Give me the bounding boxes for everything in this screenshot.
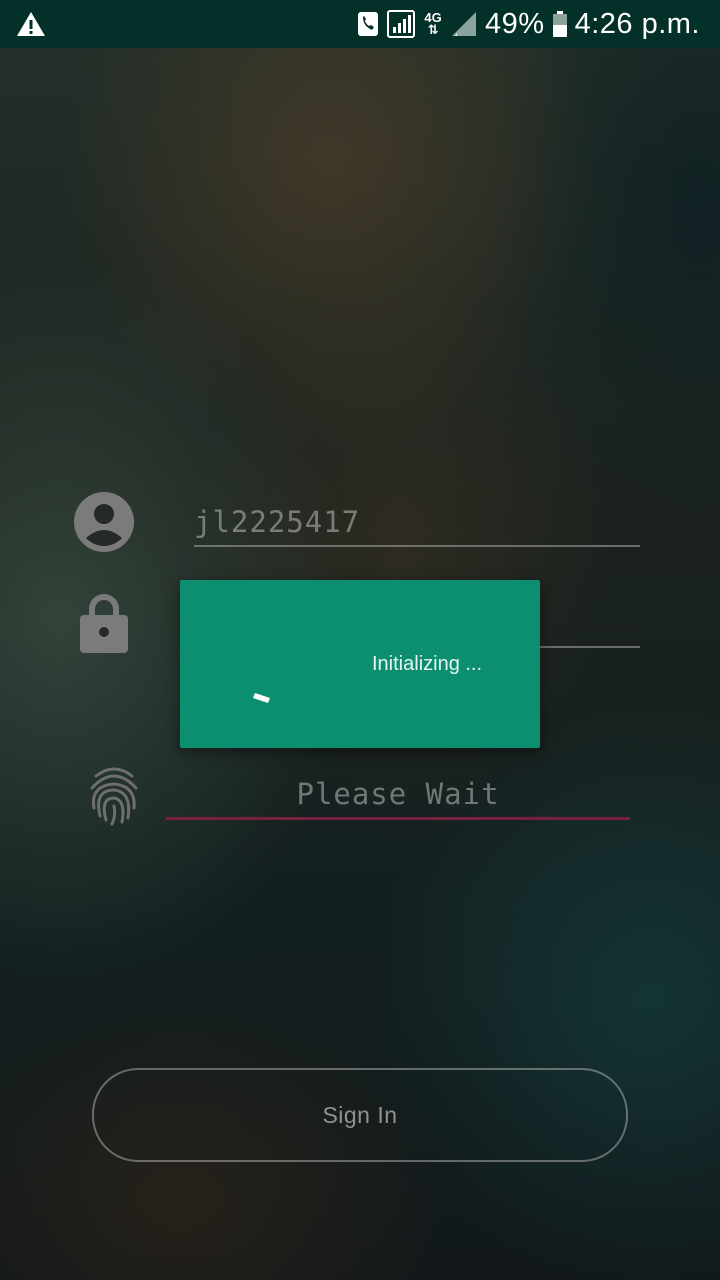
battery-percent: 49% — [485, 7, 545, 40]
username-field[interactable]: jl2225417 — [194, 505, 360, 539]
sign-in-button[interactable]: Sign In — [92, 1068, 628, 1162]
signal-icon — [387, 10, 416, 38]
fingerprint-icon — [90, 767, 138, 826]
username-underline — [194, 545, 640, 547]
fingerprint-underline — [166, 817, 630, 820]
progress-dialog: Initializing ... — [180, 580, 540, 748]
signal-empty-icon — [452, 12, 477, 36]
status-right-group: 4G ⇅ 49% 4:26 p.m. — [357, 0, 700, 48]
loading-spinner-icon — [253, 693, 270, 703]
lock-icon — [80, 594, 128, 653]
clock: 4:26 p.m. — [574, 7, 700, 40]
network-4g-icon: 4G ⇅ — [424, 10, 442, 37]
fingerprint-status-text: Please Wait — [296, 777, 500, 811]
phone-icon — [358, 12, 379, 36]
status-bar: 4G ⇅ 49% 4:26 p.m. — [0, 0, 720, 48]
user-icon — [74, 492, 134, 552]
battery-icon — [552, 11, 567, 37]
warning-icon — [17, 12, 45, 36]
dialog-message: Initializing ... — [372, 653, 483, 675]
